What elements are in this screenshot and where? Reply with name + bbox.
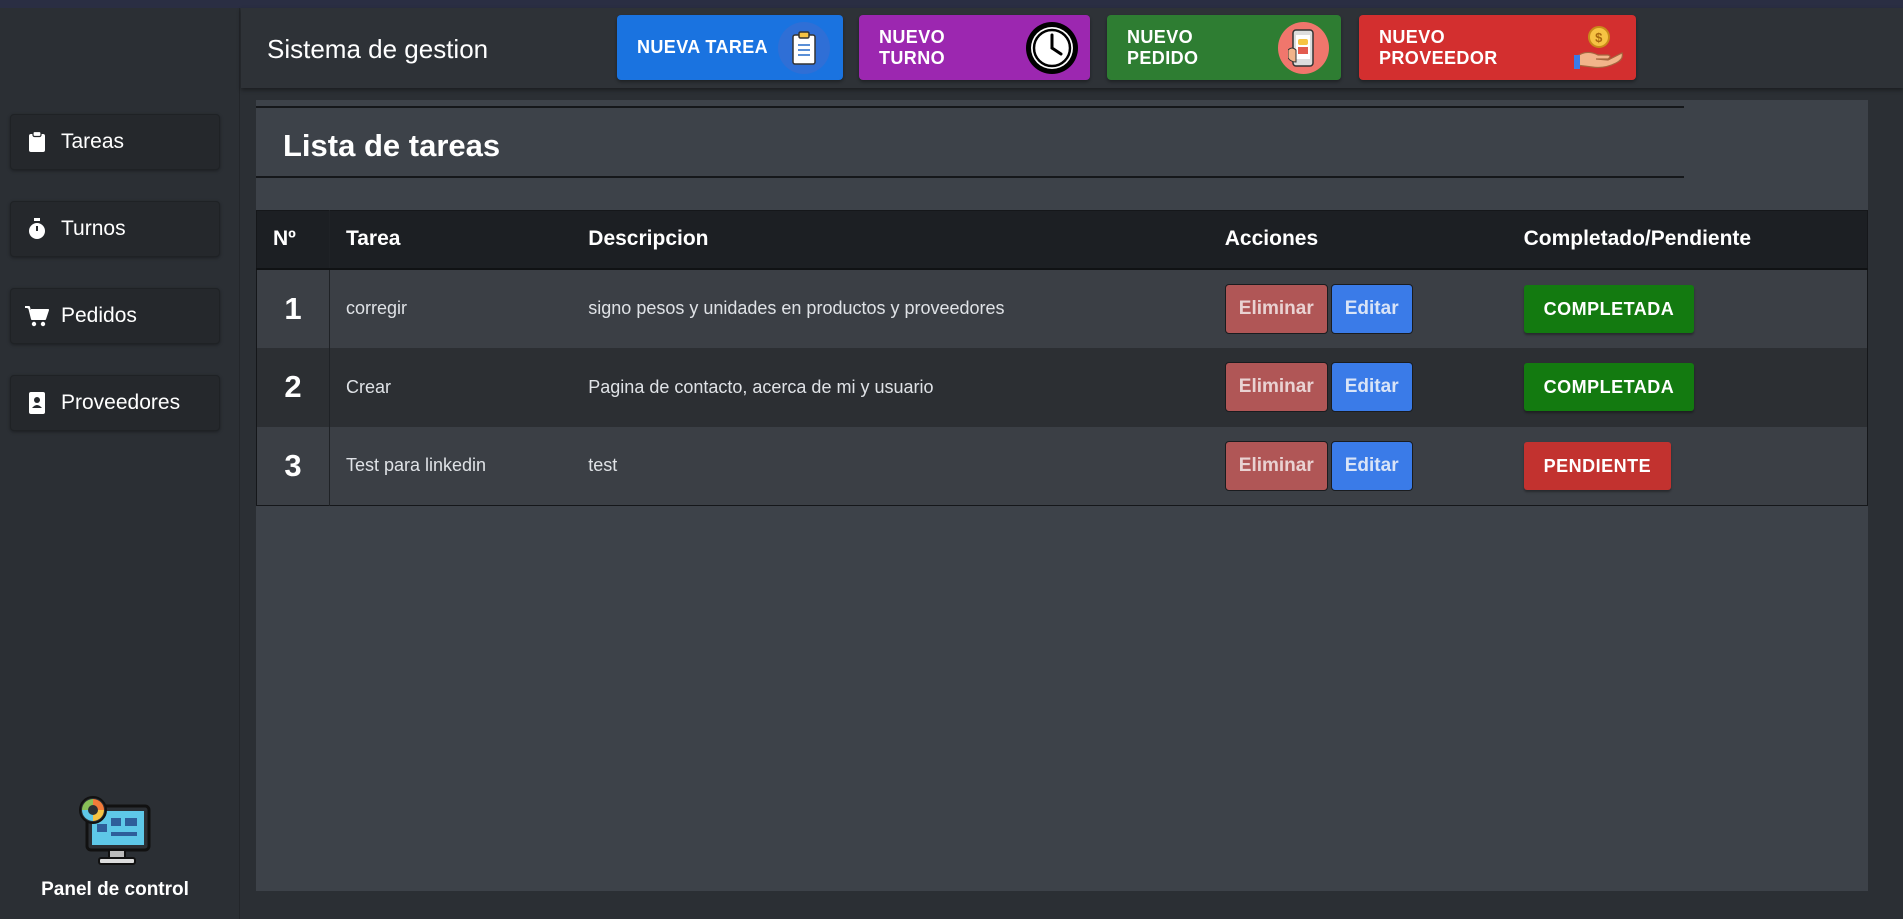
app-title: Sistema de gestion: [267, 34, 489, 64]
new-supplier-button[interactable]: NUEVO PROVEEDOR $: [1359, 15, 1636, 80]
row-status-cell: COMPLETADA: [1507, 268, 1868, 348]
row-status-cell: COMPLETADA: [1507, 347, 1868, 427]
new-shift-label: NUEVO TURNO: [879, 26, 946, 68]
status-completed-button[interactable]: COMPLETADA: [1523, 363, 1695, 411]
delete-button[interactable]: Eliminar: [1224, 283, 1328, 334]
new-shift-button[interactable]: NUEVO TURNO: [859, 15, 1090, 80]
sidebar-item-tareas[interactable]: Tareas: [10, 114, 220, 170]
control-panel-link[interactable]: Panel de control: [0, 794, 230, 901]
page-title: Lista de tareas: [283, 128, 501, 163]
new-order-label: NUEVO PEDIDO: [1127, 26, 1199, 68]
new-order-button[interactable]: NUEVO PEDIDO: [1107, 15, 1341, 80]
row-task: corregir: [329, 268, 573, 348]
row-task: Test para linkedin: [329, 426, 573, 506]
row-description: signo pesos y unidades en productos y pr…: [572, 268, 1209, 348]
row-actions: Eliminar Editar: [1208, 426, 1508, 506]
new-task-button[interactable]: NUEVA TAREA: [617, 15, 843, 80]
main-content: Lista de tareas Nº Tarea Descripcion Acc…: [256, 100, 1868, 891]
delete-button[interactable]: Eliminar: [1224, 440, 1328, 491]
cart-icon: [25, 304, 49, 328]
sidebar: Tareas Turnos Pedidos Proveedores Panel …: [0, 8, 240, 919]
sidebar-item-label: Tareas: [61, 130, 125, 153]
column-header-status: Completado/Pendiente: [1507, 210, 1868, 270]
sidebar-item-pedidos[interactable]: Pedidos: [10, 288, 220, 344]
status-pending-button[interactable]: PENDIENTE: [1523, 441, 1672, 490]
table-row: 2 Crear Pagina de contacto, acerca de mi…: [256, 347, 1868, 427]
row-number: 2: [256, 347, 330, 427]
column-header-actions: Acciones: [1208, 210, 1508, 270]
table-header-row: Nº Tarea Descripcion Acciones Completado…: [256, 210, 1868, 270]
row-number: 3: [256, 426, 330, 506]
column-header-task: Tarea: [329, 210, 573, 270]
top-header: Sistema de gestion NUEVA TAREA NUEVO TUR…: [241, 8, 1903, 88]
row-actions: Eliminar Editar: [1208, 347, 1508, 427]
stopwatch-icon: [25, 217, 49, 241]
table-row: 3 Test para linkedin test Eliminar Editar…: [256, 426, 1868, 506]
sidebar-item-proveedores[interactable]: Proveedores: [10, 375, 220, 431]
row-description: Pagina de contacto, acerca de mi y usuar…: [572, 347, 1209, 427]
status-completed-button[interactable]: COMPLETADA: [1523, 284, 1695, 333]
row-actions: Eliminar Editar: [1208, 268, 1508, 348]
new-supplier-label: NUEVO PROVEEDOR: [1379, 26, 1498, 68]
column-header-number: Nº: [256, 210, 330, 270]
edit-button[interactable]: Editar: [1330, 362, 1413, 412]
new-task-label: NUEVA TAREA: [637, 37, 769, 57]
phone-order-icon: [1277, 21, 1329, 74]
title-band: Lista de tareas: [256, 106, 1684, 178]
contact-book-icon: [25, 391, 49, 415]
table-row: 1 corregir signo pesos y unidades en pro…: [256, 268, 1868, 348]
edit-button[interactable]: Editar: [1330, 440, 1413, 491]
clipboard-icon: [25, 130, 49, 154]
clipboard-icon: [778, 21, 831, 74]
sidebar-item-label: Pedidos: [61, 304, 137, 327]
delete-button[interactable]: Eliminar: [1224, 362, 1328, 412]
svg-text:$: $: [1595, 30, 1603, 45]
tasks-table: Nº Tarea Descripcion Acciones Completado…: [256, 210, 1868, 506]
hand-coin-icon: $: [1573, 22, 1624, 74]
sidebar-item-turnos[interactable]: Turnos: [10, 201, 220, 257]
control-panel-label: Panel de control: [41, 879, 189, 900]
top-strip: [0, 0, 1903, 8]
row-status-cell: PENDIENTE: [1507, 426, 1868, 506]
clock-icon: [1026, 21, 1078, 74]
row-number: 1: [256, 268, 330, 348]
sidebar-item-label: Proveedores: [61, 391, 181, 414]
sidebar-item-label: Turnos: [61, 217, 126, 240]
row-task: Crear: [329, 347, 573, 427]
row-description: test: [572, 426, 1209, 506]
column-header-description: Descripcion: [572, 210, 1209, 270]
edit-button[interactable]: Editar: [1330, 283, 1413, 334]
monitor-dashboard-icon: [75, 794, 155, 873]
